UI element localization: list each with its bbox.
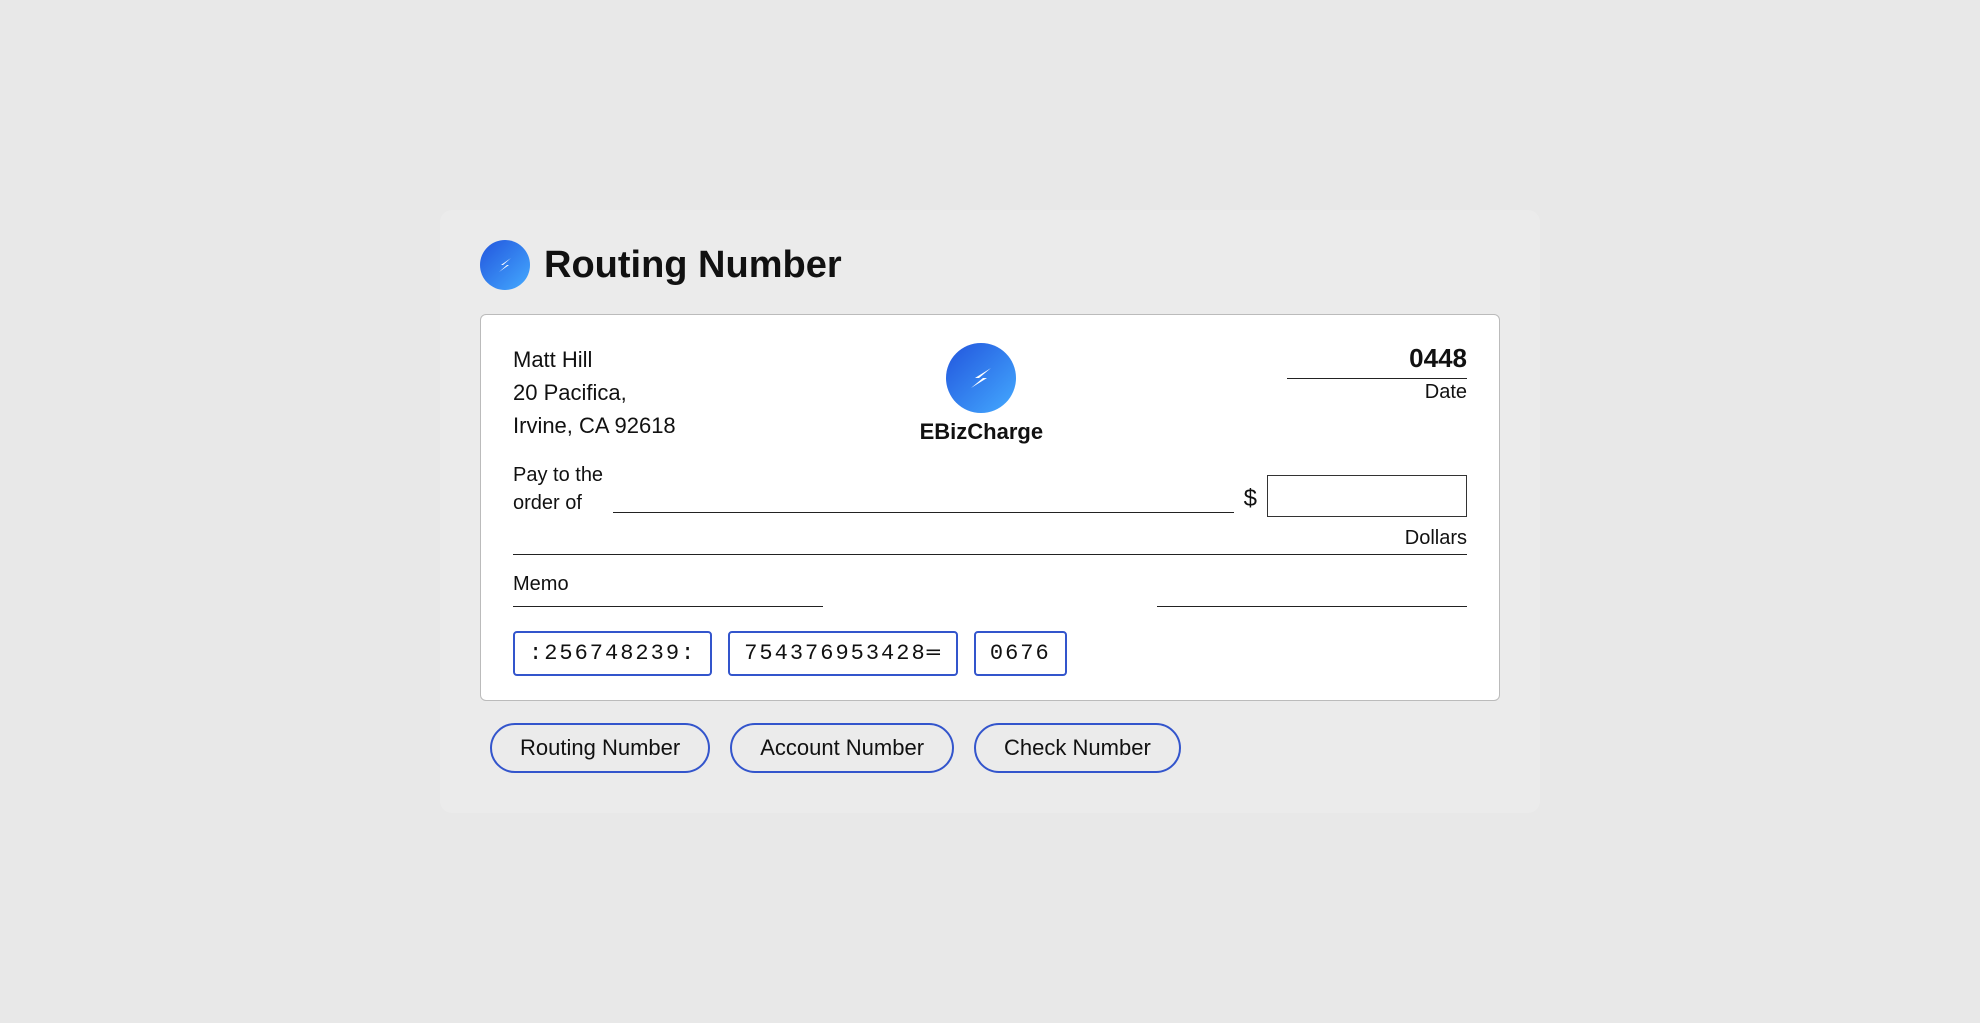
dollars-label: Dollars: [1405, 527, 1467, 550]
check-top-row: Matt Hill 20 Pacifica, Irvine, CA 92618 …: [513, 343, 1467, 445]
micr-account-box: 754376953428═: [728, 631, 958, 676]
memo-label: Memo: [513, 573, 823, 596]
labels-row: Routing Number Account Number Check Numb…: [480, 723, 1500, 773]
micr-row: :256748239: 754376953428═ 0676: [513, 631, 1467, 676]
page-title-row: Routing Number: [480, 240, 1500, 290]
memo-line: [513, 606, 823, 607]
title-logo-icon: [480, 240, 530, 290]
routing-number-label: Routing Number: [490, 723, 710, 773]
account-number-label: Account Number: [730, 723, 954, 773]
address-line1: 20 Pacifica,: [513, 376, 676, 409]
account-holder-name: Matt Hill: [513, 343, 676, 376]
pay-to-line: [613, 512, 1234, 513]
address-line2: Irvine, CA 92618: [513, 409, 676, 442]
check-body: Matt Hill 20 Pacifica, Irvine, CA 92618 …: [480, 314, 1500, 701]
amount-input-box[interactable]: [1267, 475, 1467, 517]
pay-to-label: Pay to theorder of: [513, 461, 603, 517]
signature-line: [1157, 606, 1467, 607]
date-label: Date: [1287, 381, 1467, 404]
memo-row: Memo: [513, 573, 1467, 607]
brand-logo-icon: [946, 343, 1016, 413]
check-address: Matt Hill 20 Pacifica, Irvine, CA 92618: [513, 343, 676, 442]
brand-name: EBizCharge: [920, 419, 1043, 445]
micr-routing-box: :256748239:: [513, 631, 712, 676]
check-number: 0448: [1287, 343, 1467, 374]
dollar-sign: $: [1244, 485, 1257, 513]
page-wrapper: Routing Number Matt Hill 20 Pacifica, Ir…: [440, 210, 1540, 813]
date-line: [1287, 378, 1467, 379]
pay-to-row: Pay to theorder of $: [513, 461, 1467, 517]
check-logo-area: EBizCharge: [920, 343, 1043, 445]
check-number-date: 0448 Date: [1287, 343, 1467, 404]
page-title: Routing Number: [544, 244, 842, 287]
check-number-label: Check Number: [974, 723, 1181, 773]
micr-check-box: 0676: [974, 631, 1067, 676]
written-amount-row: Dollars: [513, 527, 1467, 555]
memo-left: Memo: [513, 573, 823, 607]
